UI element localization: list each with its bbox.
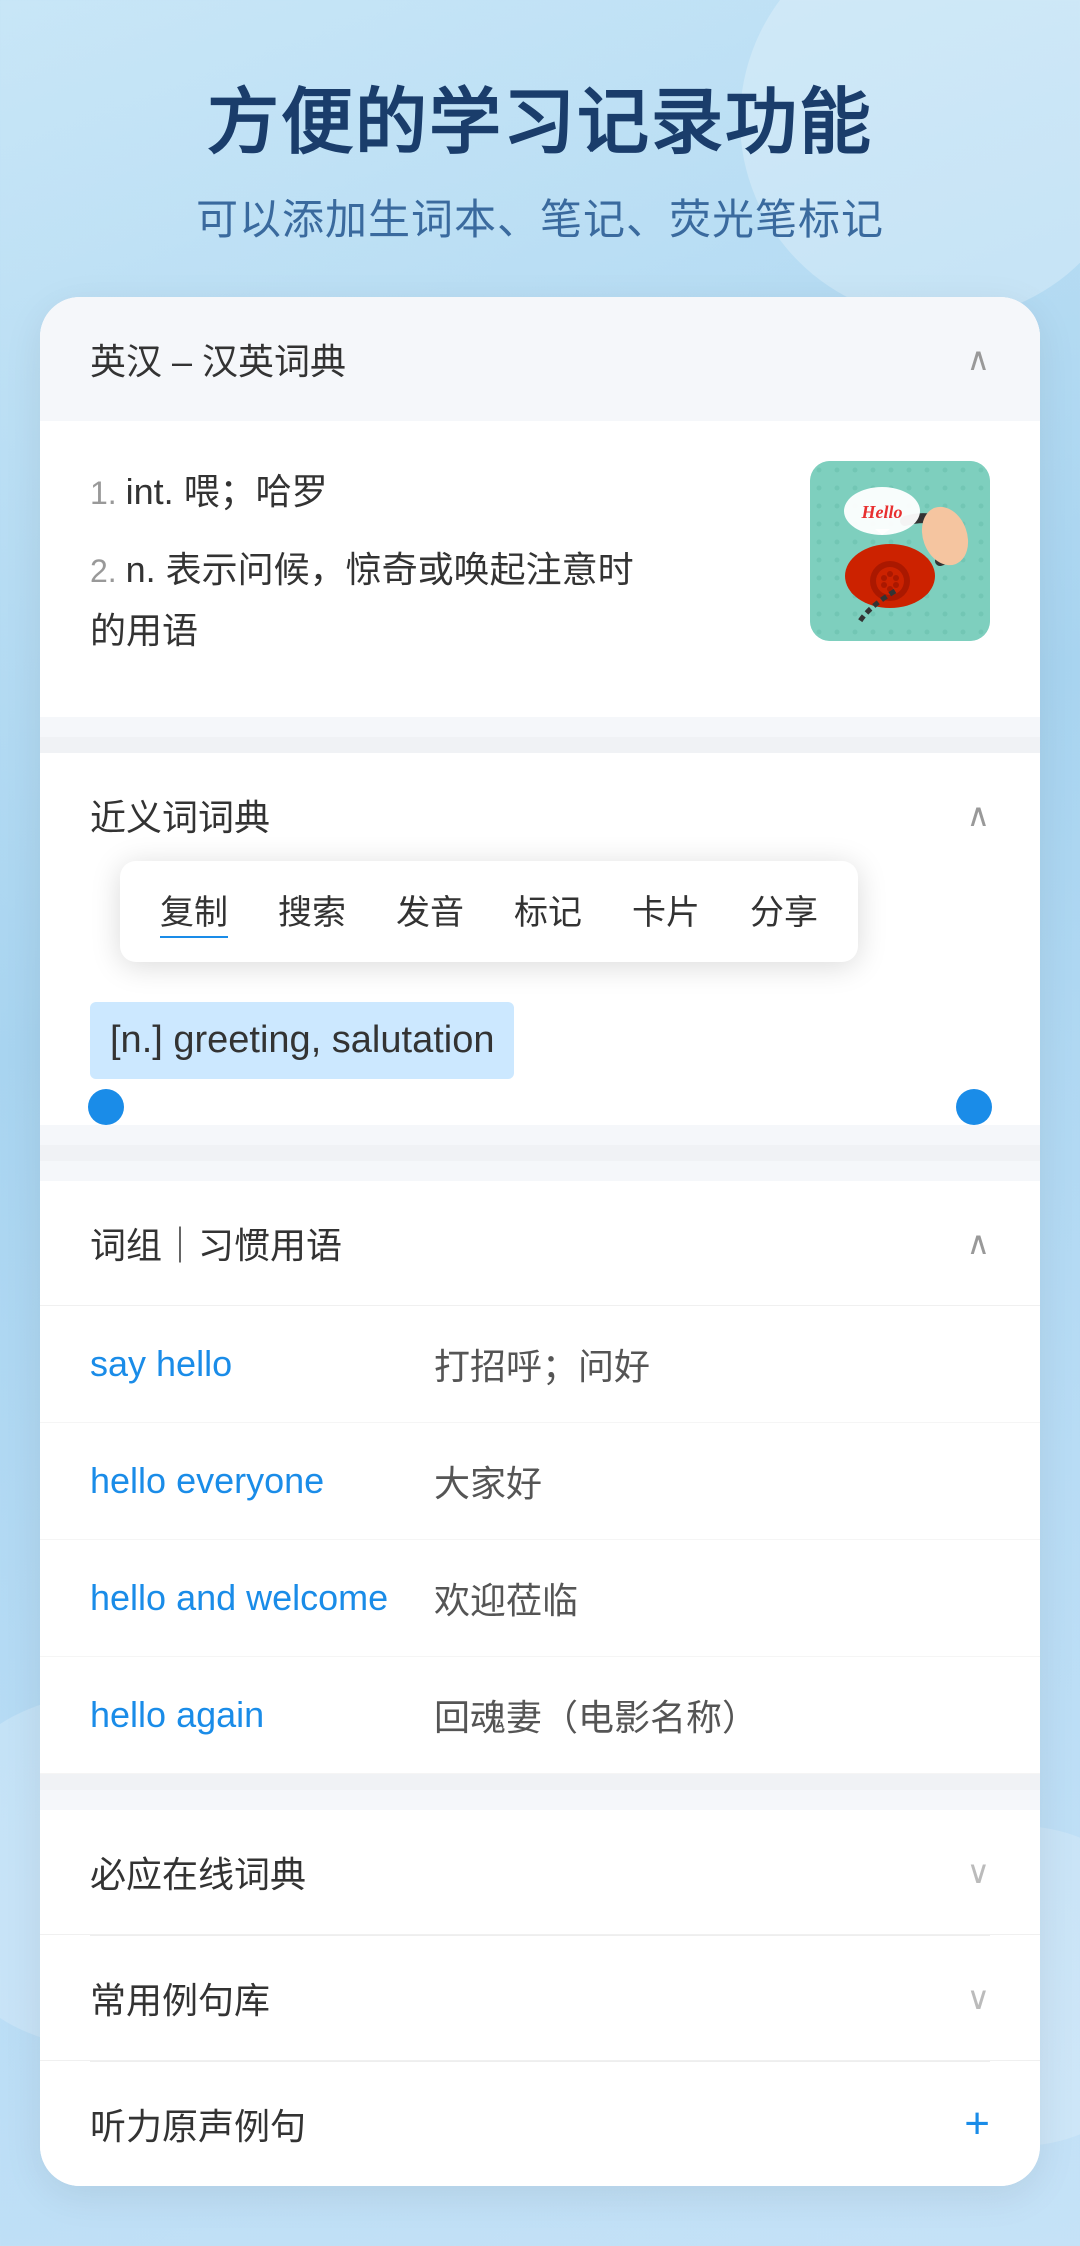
dict-section-title: 英汉 – 汉英词典	[90, 333, 346, 385]
divider-2	[40, 1145, 1040, 1161]
phrase-item-3[interactable]: hello and welcome 欢迎莅临	[40, 1540, 1040, 1657]
example-chevron-down-icon: ∨	[967, 1979, 990, 2017]
handle-right	[956, 1089, 992, 1125]
example-sentences-title: 常用例句库	[90, 1972, 270, 2024]
definition-card: 1. int. 喂；哈罗 2. n. 表示问候，惊奇或唤起注意时的用语	[40, 421, 1040, 717]
add-audio-icon[interactable]: +	[964, 2099, 990, 2149]
example-sentences-header[interactable]: 常用例句库 ∨	[40, 1936, 1040, 2061]
context-share[interactable]: 分享	[750, 885, 818, 938]
context-card[interactable]: 卡片	[632, 885, 700, 938]
main-card: 英汉 – 汉英词典 ∧ 1. int. 喂；哈罗 2. n. 表示问候，惊奇或唤…	[40, 297, 1040, 2186]
context-mark[interactable]: 标记	[514, 885, 582, 938]
phrases-title: 词组｜习惯用语	[90, 1217, 342, 1269]
phrase-item-2[interactable]: hello everyone 大家好	[40, 1423, 1040, 1540]
hello-telephone-image: Hello	[810, 461, 990, 641]
phrases-header[interactable]: 词组｜习惯用语 ∧	[40, 1181, 1040, 1306]
phrase-cn-3: 欢迎莅临	[434, 1572, 578, 1624]
synonym-section: 近义词词典 ∧ 复制 搜索 发音 标记 卡片 分享 [n.] greeting,…	[40, 753, 1040, 1125]
synonym-chevron-icon: ∧	[967, 796, 990, 834]
dict-section: 英汉 – 汉英词典 ∧ 1. int. 喂；哈罗 2. n. 表示问候，惊奇或唤…	[40, 297, 1040, 717]
biying-chevron-down-icon: ∨	[967, 1853, 990, 1891]
phrase-item-4[interactable]: hello again 回魂妻（电影名称）	[40, 1657, 1040, 1774]
dict-chevron-icon: ∧	[967, 340, 990, 378]
synonym-title: 近义词词典	[90, 789, 270, 841]
dict-section-header[interactable]: 英汉 – 汉英词典 ∧	[40, 297, 1040, 421]
audio-examples-header[interactable]: 听力原声例句 +	[40, 2062, 1040, 2186]
phrases-chevron-icon: ∧	[967, 1224, 990, 1262]
header-section: 方便的学习记录功能 可以添加生词本、笔记、荧光笔标记	[40, 0, 1040, 297]
synonym-header[interactable]: 近义词词典 ∧	[40, 753, 1040, 861]
handle-left	[88, 1089, 124, 1125]
audio-examples-title: 听力原声例句	[90, 2098, 306, 2150]
definitions-text: 1. int. 喂；哈罗 2. n. 表示问候，惊奇或唤起注意时的用语	[90, 461, 780, 677]
context-menu: 复制 搜索 发音 标记 卡片 分享	[120, 861, 858, 962]
phrase-en-2: hello everyone	[90, 1460, 410, 1502]
bottom-section-1: 必应在线词典 ∨ 常用例句库 ∨ 听力原声例句 +	[40, 1810, 1040, 2186]
phrase-en-4: hello again	[90, 1694, 410, 1736]
selected-text: [n.] greeting, salutation	[90, 1002, 514, 1079]
phrases-section: 词组｜习惯用语 ∧ say hello 打招呼；问好 hello everyon…	[40, 1181, 1040, 1774]
biying-dict-header[interactable]: 必应在线词典 ∨	[40, 1810, 1040, 1935]
context-copy[interactable]: 复制	[160, 885, 228, 938]
main-title: 方便的学习记录功能	[80, 80, 1000, 166]
selected-text-area: [n.] greeting, salutation	[40, 982, 1040, 1089]
biying-dict-title: 必应在线词典	[90, 1846, 306, 1898]
def-item-1: 1. int. 喂；哈罗	[90, 461, 780, 522]
def-item-2: 2. n. 表示问候，惊奇或唤起注意时的用语	[90, 539, 780, 661]
context-search[interactable]: 搜索	[278, 885, 346, 938]
selection-handles	[40, 1089, 1040, 1125]
phrase-item-1[interactable]: say hello 打招呼；问好	[40, 1306, 1040, 1423]
phrase-cn-2: 大家好	[434, 1455, 542, 1507]
divider-1	[40, 737, 1040, 753]
bottom-spacer	[40, 2186, 1040, 2246]
phrase-cn-4: 回魂妻（电影名称）	[434, 1689, 758, 1741]
context-pronounce[interactable]: 发音	[396, 885, 464, 938]
sub-title: 可以添加生词本、笔记、荧光笔标记	[80, 186, 1000, 247]
divider-3	[40, 1774, 1040, 1790]
phrase-cn-1: 打招呼；问好	[434, 1338, 650, 1390]
phrase-en-3: hello and welcome	[90, 1577, 410, 1619]
svg-text:Hello: Hello	[861, 502, 903, 522]
context-menu-wrapper: 复制 搜索 发音 标记 卡片 分享	[40, 861, 1040, 982]
phrase-en-1: say hello	[90, 1343, 410, 1385]
